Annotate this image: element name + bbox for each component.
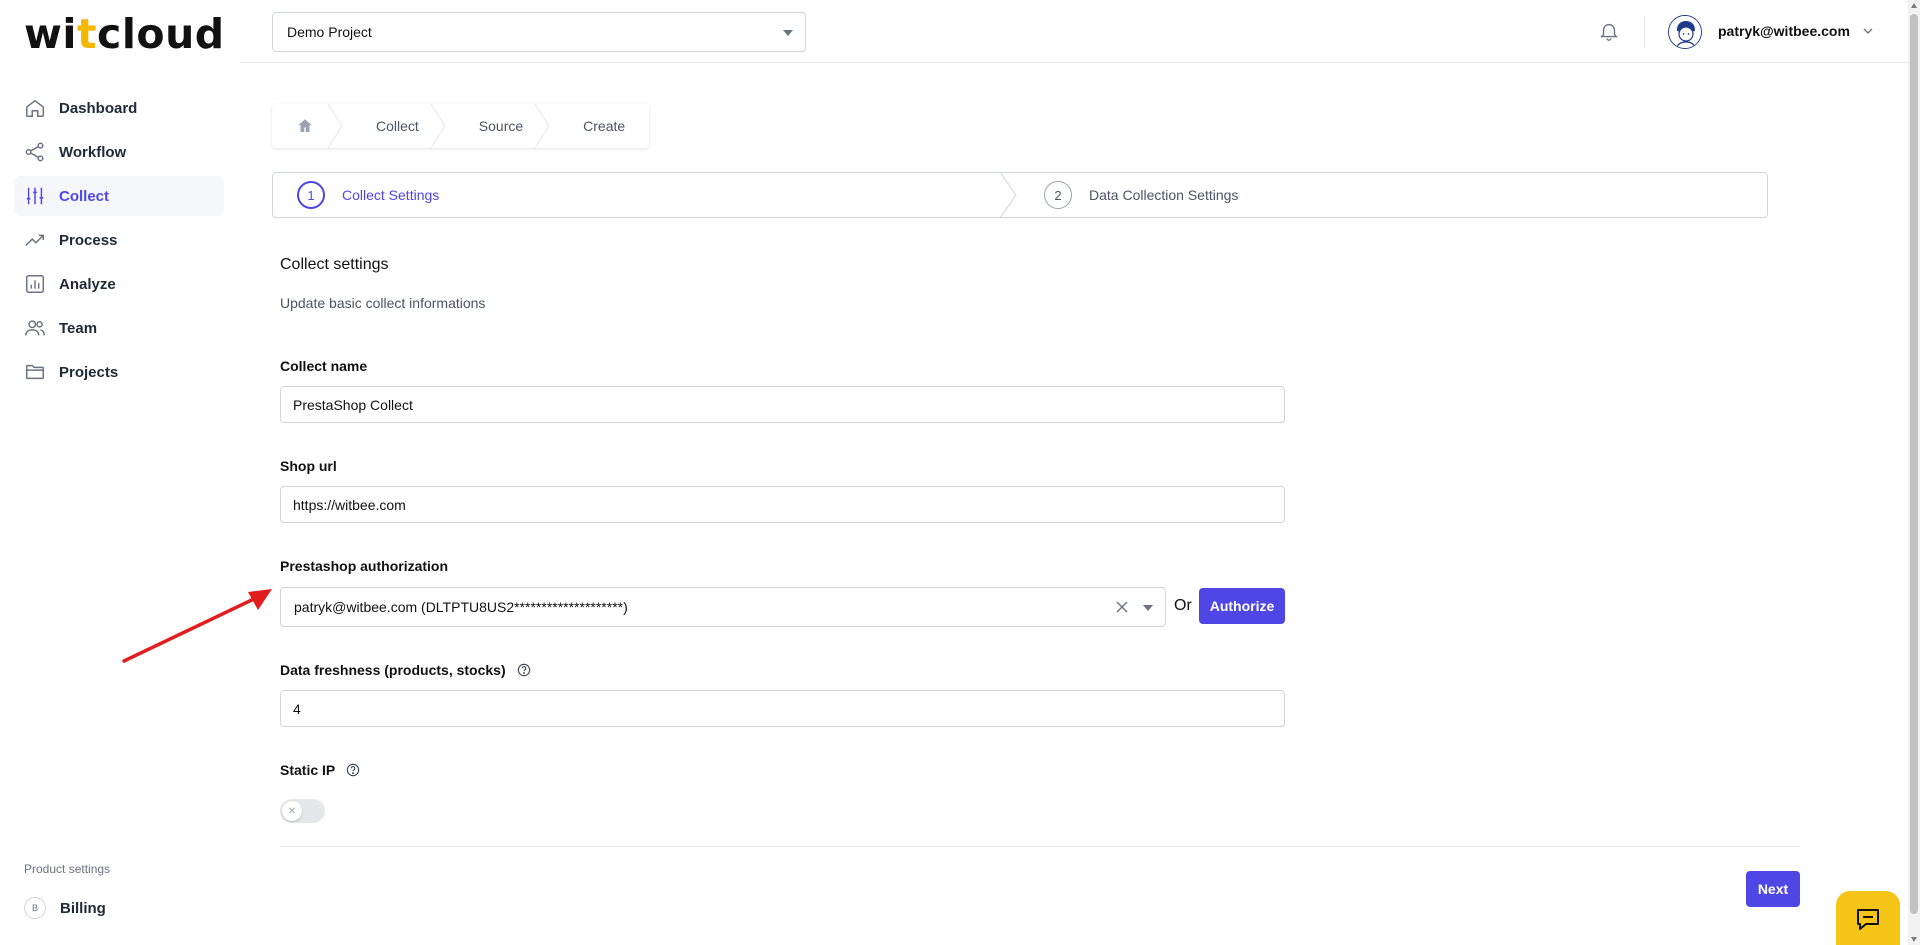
freshness-input[interactable]: 4 xyxy=(280,690,1285,727)
page-scrollbar[interactable] xyxy=(1908,0,1920,945)
auth-select[interactable]: patryk@witbee.com (DLTPTU8US2***********… xyxy=(280,587,1166,627)
shop-url-value: https://witbee.com xyxy=(293,496,406,513)
collect-name-label: Collect name xyxy=(280,358,368,374)
project-select-value: Demo Project xyxy=(287,24,372,40)
breadcrumb-separator xyxy=(328,104,343,148)
sidebar-item-label: Team xyxy=(59,319,98,337)
step-separator xyxy=(1000,172,1017,218)
collect-name-input[interactable]: PrestaShop Collect xyxy=(280,386,1285,423)
breadcrumb-separator xyxy=(535,104,550,148)
auth-select-value: patryk@witbee.com (DLTPTU8US2***********… xyxy=(294,599,628,615)
breadcrumb-label: Source xyxy=(478,118,524,134)
annotation-arrow-icon xyxy=(122,589,272,663)
chevron-down-icon[interactable] xyxy=(1862,25,1874,37)
breadcrumb-home[interactable] xyxy=(272,104,343,148)
users-icon xyxy=(25,320,45,336)
section-title: Collect settings xyxy=(280,256,389,273)
home-icon xyxy=(26,99,44,117)
sidebar-nav: Dashboard Workflow Collect Process Analy… xyxy=(14,88,224,396)
close-icon[interactable] xyxy=(1115,600,1129,614)
share-icon xyxy=(25,142,44,162)
sidebar-item-billing[interactable]: B Billing xyxy=(24,897,106,919)
chat-widget-button[interactable] xyxy=(1836,891,1900,945)
user-avatar-icon xyxy=(1669,16,1701,48)
sidebar: witcloud Dashboard Workflow Collect Proc… xyxy=(0,0,240,945)
user-email[interactable]: patryk@witbee.com xyxy=(1718,23,1850,39)
logo[interactable]: witcloud xyxy=(24,10,225,58)
breadcrumb-label: Create xyxy=(583,118,626,134)
help-circle-icon[interactable] xyxy=(517,663,531,677)
step-number: 1 xyxy=(297,181,325,209)
step-number: 2 xyxy=(1044,181,1072,209)
breadcrumb: Collect Source Create xyxy=(272,104,650,148)
breadcrumb-label: Collect xyxy=(376,118,419,134)
sidebar-item-workflow[interactable]: Workflow xyxy=(14,132,224,172)
next-button[interactable]: Next xyxy=(1746,871,1800,907)
auth-label: Prestashop authorization xyxy=(280,558,449,574)
scroll-up-icon[interactable] xyxy=(1911,3,1917,8)
topbar-divider xyxy=(1644,16,1645,48)
sidebar-item-label: Collect xyxy=(59,187,110,205)
sidebar-item-collect[interactable]: Collect xyxy=(14,176,224,216)
section-subtitle: Update basic collect informations xyxy=(280,295,486,311)
bell-icon[interactable] xyxy=(1598,20,1620,42)
sidebar-item-label: Projects xyxy=(59,363,119,381)
project-select[interactable]: Demo Project xyxy=(272,12,806,52)
product-settings-label: Product settings xyxy=(24,862,111,876)
step-data-collection-settings[interactable]: 2 Data Collection Settings xyxy=(1044,173,1238,217)
breadcrumb-item-create: Create xyxy=(547,104,649,148)
home-icon xyxy=(298,119,312,132)
breadcrumb-item-source[interactable]: Source xyxy=(443,104,550,148)
sidebar-item-label: Analyze xyxy=(59,275,116,293)
collect-name-value: PrestaShop Collect xyxy=(293,396,413,413)
sidebar-item-team[interactable]: Team xyxy=(14,308,224,348)
form-divider xyxy=(280,846,1800,847)
sidebar-item-label: Process xyxy=(59,231,118,249)
caret-down-icon[interactable] xyxy=(1143,605,1153,611)
sidebar-item-analyze[interactable]: Analyze xyxy=(14,264,224,304)
breadcrumb-separator xyxy=(430,104,446,148)
freshness-value: 4 xyxy=(293,700,301,717)
sidebar-item-projects[interactable]: Projects xyxy=(14,352,224,392)
step-label: Collect Settings xyxy=(342,187,440,203)
caret-down-icon xyxy=(783,30,793,36)
shop-url-input[interactable]: https://witbee.com xyxy=(280,486,1285,523)
shop-url-label: Shop url xyxy=(280,458,337,474)
avatar[interactable] xyxy=(1668,15,1702,49)
topbar: Demo Project patryk@witbee.com xyxy=(240,0,1908,63)
static-ip-label: Static IP xyxy=(280,762,360,778)
sidebar-item-label: Workflow xyxy=(59,143,127,161)
freshness-label: Data freshness (products, stocks) xyxy=(280,662,531,678)
sidebar-item-label: Billing xyxy=(60,899,106,917)
sliders-icon xyxy=(26,187,44,205)
sidebar-item-dashboard[interactable]: Dashboard xyxy=(14,88,224,128)
sidebar-item-process[interactable]: Process xyxy=(14,220,224,260)
sidebar-item-label: Dashboard xyxy=(59,99,138,117)
step-collect-settings[interactable]: 1 Collect Settings xyxy=(297,173,439,217)
trending-up-icon xyxy=(25,234,44,247)
or-text: Or xyxy=(1174,597,1192,614)
chat-icon xyxy=(1857,909,1879,930)
help-circle-icon[interactable] xyxy=(346,763,360,777)
billing-icon: B xyxy=(24,897,46,919)
stepper: 1 Collect Settings 2 Data Collection Set… xyxy=(272,172,1768,218)
static-ip-toggle[interactable]: ✕ xyxy=(280,799,325,823)
bar-chart-icon xyxy=(26,275,44,293)
step-label: Data Collection Settings xyxy=(1089,187,1239,203)
authorize-button[interactable]: Authorize xyxy=(1199,588,1285,624)
breadcrumb-item-collect[interactable]: Collect xyxy=(340,104,446,148)
scrollbar-thumb[interactable] xyxy=(1910,14,1918,914)
toggle-knob: ✕ xyxy=(282,801,302,821)
folder-icon xyxy=(26,364,44,380)
scroll-down-icon[interactable] xyxy=(1911,937,1917,942)
